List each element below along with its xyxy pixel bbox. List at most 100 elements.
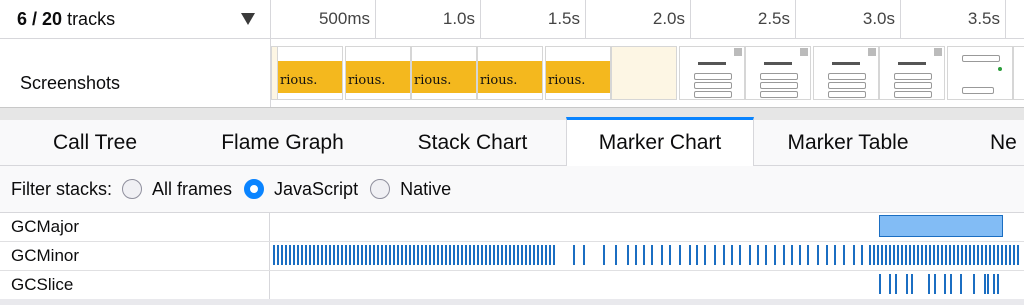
gcminor-marker[interactable]: [881, 245, 883, 265]
gcminor-marker[interactable]: [485, 245, 487, 265]
gcminor-marker[interactable]: [945, 245, 947, 265]
gcminor-marker[interactable]: [489, 245, 491, 265]
gcminor-marker[interactable]: [817, 245, 819, 265]
gcminor-marker[interactable]: [651, 245, 653, 265]
screenshot-thumbnail[interactable]: rious.: [477, 46, 543, 100]
gcminor-marker[interactable]: [441, 245, 443, 265]
gcminor-marker[interactable]: [449, 245, 451, 265]
gcminor-marker[interactable]: [679, 245, 681, 265]
gcminor-marker[interactable]: [305, 245, 307, 265]
gcminor-marker[interactable]: [977, 245, 979, 265]
gcminor-marker[interactable]: [929, 245, 931, 265]
screenshot-thumbnail[interactable]: [611, 46, 677, 100]
gcslice-marker[interactable]: [911, 274, 913, 294]
gcminor-marker[interactable]: [1013, 245, 1015, 265]
gcminor-marker[interactable]: [1009, 245, 1011, 265]
gcminor-marker[interactable]: [329, 245, 331, 265]
gcminor-marker[interactable]: [513, 245, 515, 265]
gcminor-marker[interactable]: [377, 245, 379, 265]
gcminor-marker[interactable]: [774, 245, 776, 265]
gcminor-marker[interactable]: [333, 245, 335, 265]
gcminor-marker[interactable]: [739, 245, 741, 265]
gcminor-marker[interactable]: [345, 245, 347, 265]
tab-call-tree[interactable]: Call Tree: [30, 120, 160, 165]
gcminor-marker[interactable]: [537, 245, 539, 265]
gcslice-marker[interactable]: [906, 274, 908, 294]
gcminor-marker[interactable]: [521, 245, 523, 265]
gcminor-marker[interactable]: [799, 245, 801, 265]
gcminor-marker[interactable]: [925, 245, 927, 265]
screenshot-thumbnail[interactable]: [679, 46, 745, 100]
screenshot-thumbnail[interactable]: [745, 46, 811, 100]
gcminor-marker[interactable]: [325, 245, 327, 265]
gcminor-marker[interactable]: [401, 245, 403, 265]
gcminor-marker[interactable]: [749, 245, 751, 265]
gcminor-marker[interactable]: [615, 245, 617, 265]
gcminor-marker[interactable]: [723, 245, 725, 265]
gcminor-marker[interactable]: [714, 245, 716, 265]
gcminor-marker[interactable]: [897, 245, 899, 265]
gcminor-marker[interactable]: [301, 245, 303, 265]
gcminor-marker[interactable]: [965, 245, 967, 265]
gcminor-marker[interactable]: [549, 245, 551, 265]
screenshots-track-label[interactable]: Screenshots: [0, 39, 271, 107]
track-count-dropdown[interactable]: 6 / 20 tracks: [0, 0, 271, 39]
screenshots-track[interactable]: rious. rious. rious. rious. rious.: [271, 40, 1024, 106]
gcminor-marker[interactable]: [669, 245, 671, 265]
gcminor-marker[interactable]: [453, 245, 455, 265]
gcminor-marker[interactable]: [957, 245, 959, 265]
gcminor-marker[interactable]: [834, 245, 836, 265]
gcminor-marker[interactable]: [765, 245, 767, 265]
gcminor-marker[interactable]: [433, 245, 435, 265]
gcminor-marker[interactable]: [473, 245, 475, 265]
gcminor-marker[interactable]: [843, 245, 845, 265]
gcminor-marker[interactable]: [949, 245, 951, 265]
gcminor-marker[interactable]: [437, 245, 439, 265]
gcslice-marker[interactable]: [944, 274, 946, 294]
gcminor-marker[interactable]: [361, 245, 363, 265]
radio-circle-icon[interactable]: [244, 179, 265, 199]
gcminor-marker[interactable]: [545, 245, 547, 265]
gcminor-marker[interactable]: [985, 245, 987, 265]
gcminor-marker[interactable]: [941, 245, 943, 265]
marker-lane[interactable]: [271, 242, 1024, 270]
gcminor-marker[interactable]: [689, 245, 691, 265]
gcminor-marker[interactable]: [873, 245, 875, 265]
gcminor-marker[interactable]: [353, 245, 355, 265]
gcminor-marker[interactable]: [317, 245, 319, 265]
gcminor-marker[interactable]: [573, 245, 575, 265]
gcminor-marker[interactable]: [853, 245, 855, 265]
gcminor-marker[interactable]: [861, 245, 863, 265]
gcminor-marker[interactable]: [337, 245, 339, 265]
gcminor-marker[interactable]: [627, 245, 629, 265]
gcminor-marker[interactable]: [349, 245, 351, 265]
gcminor-marker[interactable]: [889, 245, 891, 265]
gcminor-marker[interactable]: [989, 245, 991, 265]
gcminor-marker[interactable]: [704, 245, 706, 265]
screenshot-thumbnail[interactable]: rious.: [345, 46, 411, 100]
screenshot-thumbnail[interactable]: rious.: [411, 46, 477, 100]
tab-marker-chart[interactable]: Marker Chart: [566, 117, 754, 166]
tab-stack-chart[interactable]: Stack Chart: [395, 120, 550, 165]
gcminor-marker[interactable]: [933, 245, 935, 265]
gcminor-marker[interactable]: [273, 245, 275, 265]
gcminor-marker[interactable]: [869, 245, 871, 265]
timeline-ruler[interactable]: 500ms 1.0s 1.5s 2.0s 2.5s 3.0s 3.5s: [271, 0, 1024, 39]
marker-lane[interactable]: [271, 213, 1024, 241]
gcminor-marker[interactable]: [661, 245, 663, 265]
gcslice-marker[interactable]: [879, 274, 881, 294]
gcslice-marker[interactable]: [934, 274, 936, 294]
gcminor-marker[interactable]: [477, 245, 479, 265]
gcminor-marker[interactable]: [457, 245, 459, 265]
gcminor-marker[interactable]: [973, 245, 975, 265]
gcminor-marker[interactable]: [517, 245, 519, 265]
gcminor-marker[interactable]: [905, 245, 907, 265]
gcminor-marker[interactable]: [783, 245, 785, 265]
gcminor-marker[interactable]: [731, 245, 733, 265]
gcminor-marker[interactable]: [385, 245, 387, 265]
gcslice-marker[interactable]: [960, 274, 962, 294]
gcminor-marker[interactable]: [497, 245, 499, 265]
gcminor-marker[interactable]: [807, 245, 809, 265]
gcminor-marker[interactable]: [281, 245, 283, 265]
gcminor-marker[interactable]: [529, 245, 531, 265]
